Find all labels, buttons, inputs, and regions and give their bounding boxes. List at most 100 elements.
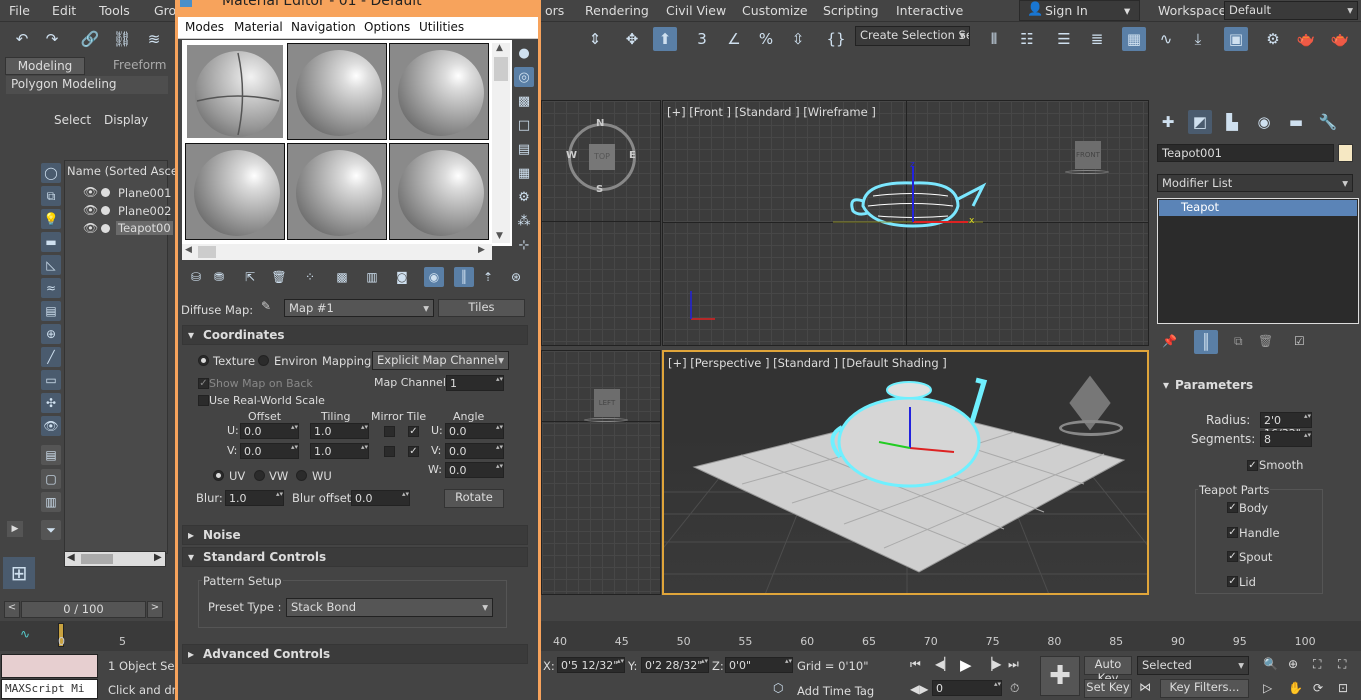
- u-angle-spinner[interactable]: 0.0: [445, 423, 504, 439]
- make-unique-icon[interactable]: ⧉: [1234, 334, 1243, 349]
- teapot-wireframe[interactable]: x z: [833, 161, 1003, 241]
- expand-arrow-icon[interactable]: ▶: [7, 521, 23, 537]
- me-menu-options[interactable]: Options: [364, 20, 410, 34]
- create-tab-icon[interactable]: ✚: [1156, 110, 1180, 134]
- redo-icon[interactable]: ↷: [40, 27, 64, 51]
- vw-radio[interactable]: [254, 470, 265, 481]
- scene-explorer-icon[interactable]: ☰: [1052, 27, 1076, 51]
- menu-edit[interactable]: Edit: [52, 3, 76, 18]
- prev-frame-icon[interactable]: <: [4, 601, 20, 618]
- zoom-icon[interactable]: 🔍: [1263, 657, 1278, 671]
- tab-freeform[interactable]: Freeform: [113, 58, 166, 72]
- material-map-navigator-icon[interactable]: ⊹: [514, 235, 534, 255]
- menu-customize[interactable]: Customize: [742, 3, 808, 18]
- orbit-icon[interactable]: ⟳: [1313, 681, 1323, 695]
- sample-slot-5[interactable]: [287, 143, 387, 240]
- rollout-collapse-icon[interactable]: ▾: [1163, 378, 1169, 392]
- slots-horizontal-scrollbar[interactable]: ◀ ▶: [182, 244, 492, 260]
- sign-in-button[interactable]: 👤 Sign In ▾: [1019, 0, 1140, 21]
- sample-slot-4[interactable]: [185, 143, 285, 240]
- rotate-button[interactable]: Rotate: [444, 489, 504, 508]
- polygon-modeling-panel[interactable]: Polygon Modeling: [6, 76, 168, 94]
- set-key-big-icon[interactable]: ✚: [1040, 656, 1080, 696]
- material-editor-titlebar[interactable]: Material Editor - 01 - Default: [178, 0, 538, 17]
- sample-slot-1[interactable]: [185, 43, 285, 140]
- scroll-thumb[interactable]: [198, 246, 216, 258]
- blur-offset-spinner[interactable]: 0.0: [351, 490, 410, 506]
- viewcube-front-face[interactable]: FRONT: [1075, 141, 1101, 169]
- schematic-view-icon[interactable]: ⤓: [1186, 27, 1210, 51]
- map-channel-spinner[interactable]: 1: [446, 375, 504, 391]
- filter-groups-icon[interactable]: ▤: [41, 301, 61, 321]
- percent-snap-icon[interactable]: %: [754, 27, 778, 51]
- go-forward-sibling-icon[interactable]: ⊛: [506, 267, 526, 287]
- viewcube-left-face[interactable]: LEFT: [594, 389, 620, 417]
- list-item[interactable]: 👁 Teapot00: [65, 221, 173, 239]
- x-coordinate-field[interactable]: 0'5 12/32": [557, 657, 625, 673]
- environ-radio[interactable]: [258, 355, 269, 366]
- viewport-front-label[interactable]: [+] [Front ] [Standard ] [Wireframe ]: [667, 105, 876, 119]
- viewport-layout-icon[interactable]: ⊞: [3, 557, 35, 589]
- hierarchy-tab-icon[interactable]: ▙: [1220, 110, 1244, 134]
- key-mode-icon[interactable]: ◀▶: [910, 682, 928, 696]
- horizontal-scrollbar[interactable]: ◀ ▶: [64, 551, 166, 567]
- eye-icon[interactable]: 👁: [83, 185, 98, 199]
- pan-icon[interactable]: ✋: [1288, 681, 1303, 695]
- viewcube-compass[interactable]: N S E W TOP: [566, 118, 636, 195]
- viewcube-front[interactable]: FRONT: [1065, 141, 1109, 175]
- make-preview-icon[interactable]: ▦: [514, 163, 534, 183]
- show-map-in-viewport-icon[interactable]: ◉: [424, 267, 444, 287]
- menu-scripting[interactable]: Scripting: [823, 3, 879, 18]
- fov-icon[interactable]: ▷: [1263, 681, 1272, 695]
- menu-group[interactable]: Gro: [154, 3, 176, 18]
- scroll-right-icon[interactable]: ▶: [478, 245, 485, 255]
- menu-interactive[interactable]: Interactive: [896, 3, 963, 18]
- play-icon[interactable]: ▶: [960, 656, 972, 674]
- v-tiling-spinner[interactable]: 1.0: [310, 443, 369, 459]
- material-id-channel-icon[interactable]: ▥: [362, 267, 382, 287]
- v-angle-spinner[interactable]: 0.0: [445, 443, 504, 459]
- spout-checkbox[interactable]: ✓: [1227, 551, 1238, 562]
- utilities-tab-icon[interactable]: 🔧: [1316, 110, 1340, 134]
- angle-snap-icon[interactable]: ∠: [722, 27, 746, 51]
- link-icon[interactable]: 🔗: [78, 27, 102, 51]
- scroll-thumb[interactable]: [494, 57, 508, 81]
- zoom-extents-icon[interactable]: ⛶: [1313, 657, 1321, 672]
- current-frame-field[interactable]: 0: [932, 680, 1002, 696]
- curve-editor-mini-icon[interactable]: ∿: [20, 627, 30, 641]
- modifier-list-dropdown[interactable]: Modifier List: [1157, 174, 1353, 192]
- render-production-icon[interactable]: 🫖: [1328, 27, 1352, 51]
- show-end-result-icon[interactable]: ║: [454, 267, 474, 287]
- coordinates-rollout[interactable]: Coordinates: [182, 325, 528, 345]
- configure-sets-icon[interactable]: ☑: [1294, 334, 1305, 348]
- viewport-front[interactable]: [+] [Front ] [Standard ] [Wireframe ] x …: [662, 100, 1149, 346]
- menu-file[interactable]: File: [9, 3, 30, 18]
- real-world-scale-checkbox[interactable]: [198, 395, 209, 406]
- show-map-on-back-checkbox[interactable]: ✓: [198, 378, 209, 389]
- next-frame-icon[interactable]: >: [147, 601, 163, 618]
- sample-slot-3[interactable]: [389, 43, 489, 140]
- curve-editor-icon[interactable]: ∿: [1154, 27, 1178, 51]
- reset-map-icon[interactable]: 🗑: [269, 267, 289, 287]
- zoom-extents-all-icon[interactable]: ⛶: [1338, 657, 1346, 672]
- display-tab-icon[interactable]: ▬: [1284, 110, 1308, 134]
- viewcube-left[interactable]: LEFT: [584, 389, 628, 423]
- viewport-perspective[interactable]: [+] [Perspective ] [Standard ] [Default …: [662, 350, 1149, 595]
- selection-set-dropdown[interactable]: Create Selection Se: [855, 26, 970, 46]
- scroll-thumb[interactable]: [81, 554, 113, 564]
- radius-spinner[interactable]: 2'0 16/32": [1260, 412, 1312, 440]
- u-tiling-spinner[interactable]: 1.0: [310, 423, 369, 439]
- z-coordinate-field[interactable]: 0'0": [725, 657, 793, 673]
- preset-type-dropdown[interactable]: Stack Bond: [286, 598, 493, 617]
- eye-icon[interactable]: 👁: [83, 221, 98, 235]
- select-by-material-icon[interactable]: ⁂: [514, 211, 534, 231]
- y-coordinate-field[interactable]: 0'2 28/32": [641, 657, 709, 673]
- menu-ors[interactable]: ors: [545, 3, 564, 18]
- render-dot-icon[interactable]: [101, 188, 110, 197]
- put-to-library-icon[interactable]: ▩: [332, 267, 352, 287]
- viewcube-top-face[interactable]: TOP: [589, 144, 615, 170]
- scene-display-menu[interactable]: Display: [104, 113, 148, 127]
- select-none-icon[interactable]: ▢: [41, 469, 61, 489]
- eye-icon[interactable]: 👁: [83, 203, 98, 217]
- place-icon[interactable]: ⬆: [653, 27, 677, 51]
